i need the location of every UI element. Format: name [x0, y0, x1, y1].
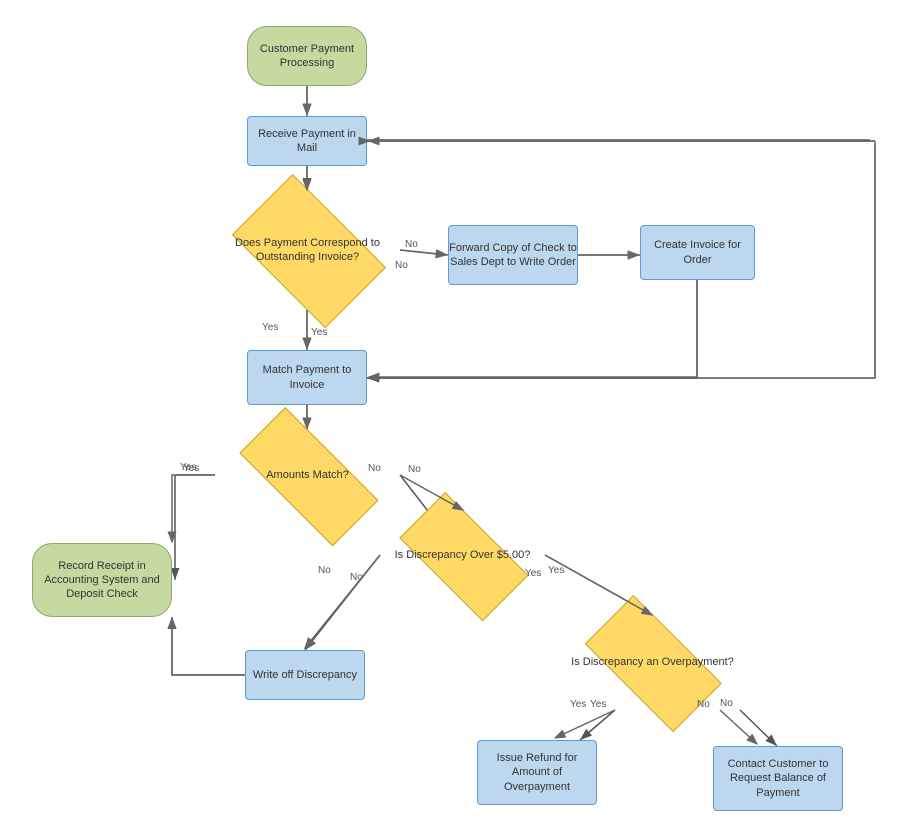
flowchart: Customer Payment Processing Receive Paym…: [0, 0, 900, 840]
refund-node: Issue Refund for Amount of Overpayment: [477, 740, 597, 805]
writeoff-node: Write off Discrepancy: [245, 650, 365, 700]
forward-node: Forward Copy of Check to Sales Dept to W…: [448, 225, 578, 285]
amounts-match-node: Amounts Match?: [215, 430, 400, 520]
no3-label: No: [350, 572, 363, 583]
contact-node: Contact Customer to Request Balance of P…: [713, 746, 843, 811]
yes2-label: Yes: [183, 463, 199, 474]
yes1-label: Yes: [262, 322, 278, 333]
yes4-label: Yes: [590, 699, 606, 710]
no4-label: No: [697, 699, 710, 710]
record-node: Record Receipt in Accounting System and …: [32, 543, 172, 617]
overpayment-node: Is Discrepancy an Overpayment?: [565, 615, 740, 710]
yes3-label: Yes: [525, 568, 541, 579]
arrows-svg: [0, 0, 900, 840]
diamond1-node: Does Payment Correspond to Outstanding I…: [215, 190, 400, 310]
start-node: Customer Payment Processing: [247, 26, 367, 86]
discrepancy-over-node: Is Discrepancy Over $5.00?: [380, 510, 545, 600]
receive-node: Receive Payment in Mail: [247, 116, 367, 166]
match-node: Match Payment to Invoice: [247, 350, 367, 405]
no2-label: No: [368, 463, 381, 474]
create-invoice-node: Create Invoice for Order: [640, 225, 755, 280]
